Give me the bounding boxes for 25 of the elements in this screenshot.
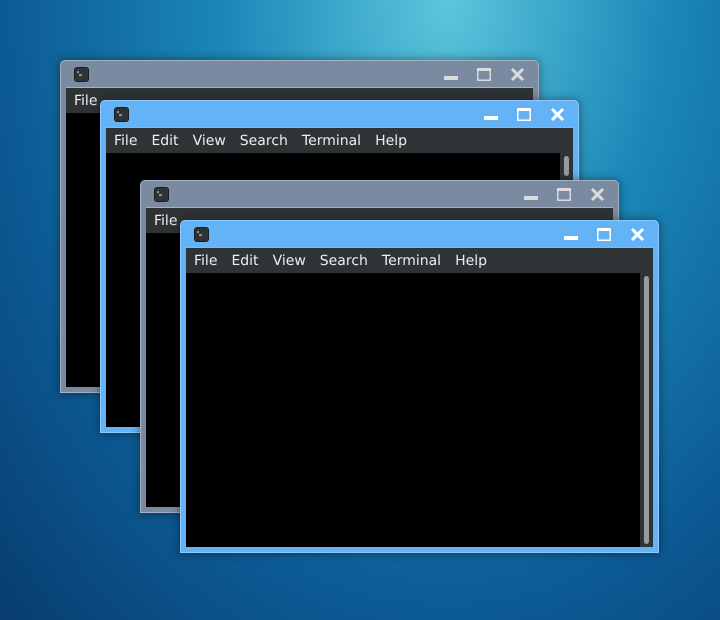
menu-item[interactable]: File (148, 214, 184, 228)
close-icon[interactable] (590, 186, 605, 202)
terminal-icon (154, 186, 169, 202)
menu-item[interactable]: View (186, 134, 232, 148)
menu-item[interactable]: Search (314, 254, 374, 268)
menu-item[interactable]: Search (234, 134, 294, 148)
menu-item[interactable]: Edit (225, 254, 265, 268)
scrollbar-thumb[interactable] (564, 156, 569, 176)
terminal-icon (114, 106, 129, 122)
maximize-icon[interactable] (477, 68, 491, 80)
menu-item[interactable]: Help (449, 254, 493, 268)
menu-item[interactable]: Help (369, 134, 413, 148)
maximize-icon[interactable] (557, 188, 571, 200)
menu-item[interactable]: Terminal (296, 134, 368, 148)
scrollbar-thumb[interactable] (644, 276, 649, 544)
close-icon[interactable] (510, 66, 525, 82)
scrollbar[interactable] (640, 273, 653, 547)
menu-item[interactable]: File (188, 254, 224, 268)
menu-item[interactable]: File (108, 134, 144, 148)
menu-item[interactable]: Edit (145, 134, 185, 148)
menu-item[interactable]: View (266, 254, 312, 268)
menu-item[interactable]: Terminal (376, 254, 448, 268)
terminal-icon (194, 226, 209, 242)
terminal-icon (74, 66, 89, 82)
menu-item[interactable]: File (68, 94, 104, 108)
